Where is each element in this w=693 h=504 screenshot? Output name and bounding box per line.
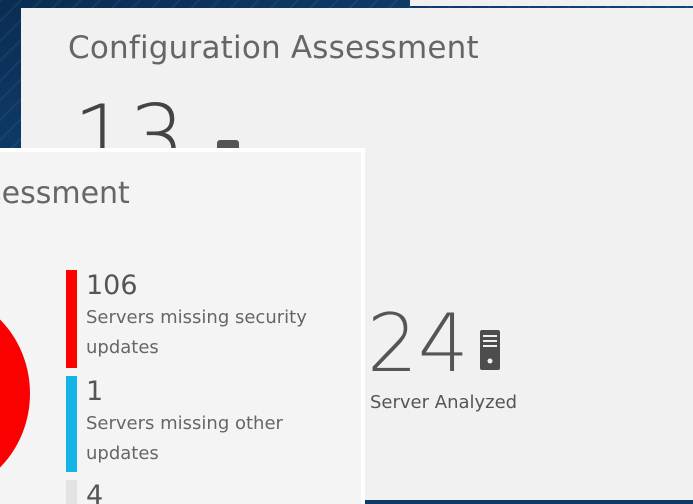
tile-title: Configuration Assessment [68,30,479,66]
legend-count: 106 [86,270,138,301]
legend-color-bar [66,480,77,504]
legend-label: Servers missing security updates [86,307,307,358]
server-icon [480,330,500,370]
servers-analyzed-label: Server Analyzed [370,392,518,413]
legend-count: 4 [86,480,104,504]
servers-analyzed-count: 24 [367,297,469,390]
legend-color-bar [66,270,77,368]
update-assessment-tile[interactable]: sessment 106 Servers missing security up… [0,148,365,504]
donut-chart [0,291,30,496]
tile-title: sessment [0,176,130,211]
tile-edge [410,0,693,6]
legend-label: Servers missing other updates [86,413,283,464]
legend-color-bar [66,376,77,472]
legend-count: 1 [86,376,104,407]
